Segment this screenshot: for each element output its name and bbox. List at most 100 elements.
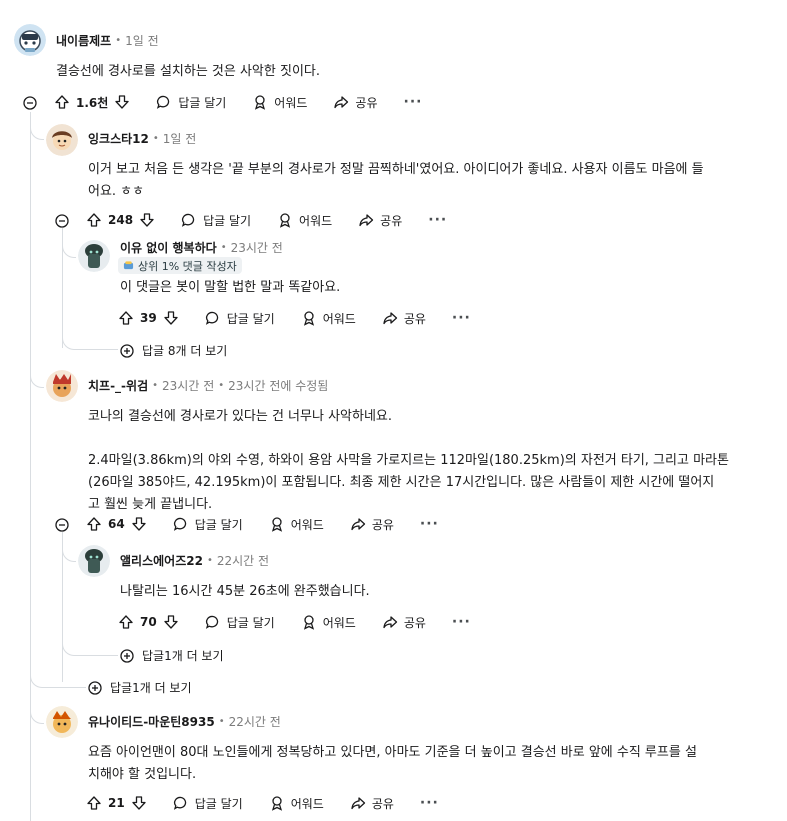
award-button[interactable]: 어워드 xyxy=(269,516,324,533)
share-label: 공유 xyxy=(403,615,426,630)
comment-author[interactable]: 치프-_-위검 xyxy=(88,377,148,394)
award-button[interactable]: 어워드 xyxy=(301,310,356,327)
plus-circle-icon xyxy=(120,343,134,358)
upvote-arrow-icon[interactable] xyxy=(86,516,102,532)
comment-author[interactable]: 유나이티드-마운틴8935 xyxy=(88,713,215,730)
share-arrow-icon xyxy=(334,96,349,109)
award-label: 어워드 xyxy=(290,517,324,532)
share-button[interactable]: 공유 xyxy=(382,310,426,327)
comment-actions: 39 답글 달기 어워드 공유 ··· xyxy=(118,308,471,328)
comment-body: 요즘 아이언맨이 80대 노인들에게 정복당하고 있다면, 아마도 기준을 더 … xyxy=(88,745,697,782)
plus-circle-icon xyxy=(88,680,102,695)
comment-author[interactable]: 내이름제프 xyxy=(56,32,111,49)
award-button[interactable]: 어워드 xyxy=(269,795,324,812)
downvote-arrow-icon[interactable] xyxy=(163,310,179,326)
comment-body: 이 댓글은 봇이 말할 법한 말과 똑같아요. xyxy=(120,280,341,295)
more-dots-icon[interactable]: ··· xyxy=(452,310,471,326)
reply-button[interactable]: 답글 달기 xyxy=(181,212,251,229)
thread-curve xyxy=(30,672,86,688)
separator-dot: • xyxy=(115,34,122,46)
vote-count: 1.6천 xyxy=(76,95,109,110)
comment-meta: 이유 없이 행복하다 • 23시간 전 xyxy=(120,237,283,257)
vote-count: 21 xyxy=(108,796,125,810)
avatar[interactable] xyxy=(46,124,78,156)
upvote-arrow-icon[interactable] xyxy=(118,310,134,326)
award-ribbon-icon xyxy=(303,615,314,630)
reply-button[interactable]: 답글 달기 xyxy=(205,614,275,631)
comment-author[interactable]: 이유 없이 행복하다 xyxy=(120,239,217,256)
downvote-arrow-icon[interactable] xyxy=(139,212,155,228)
share-button[interactable]: 공유 xyxy=(358,212,402,229)
avatar[interactable] xyxy=(46,370,78,402)
more-replies-button[interactable]: 답글1개 더 보기 xyxy=(120,647,224,664)
award-button[interactable]: 어워드 xyxy=(252,94,307,111)
more-dots-icon[interactable]: ··· xyxy=(420,795,439,811)
thread-curve xyxy=(62,334,118,350)
comment-author[interactable]: 잉크스타12 xyxy=(88,130,149,147)
vote-count: 64 xyxy=(108,517,125,531)
downvote-arrow-icon[interactable] xyxy=(131,795,147,811)
reply-button[interactable]: 답글 달기 xyxy=(205,310,275,327)
award-label: 어워드 xyxy=(299,213,333,228)
comment-time[interactable]: 1일 전 xyxy=(163,130,197,147)
speech-bubble-icon xyxy=(205,615,218,629)
comment-meta: 치프-_-위검 • 23시간 전 • 23시간 전에 수정됨 xyxy=(88,375,328,395)
badge-icon xyxy=(123,261,134,270)
avatar[interactable] xyxy=(78,240,110,272)
award-label: 어워드 xyxy=(322,615,356,630)
comment-body: 결승선에 경사로를 설치하는 것은 사악한 짓이다. xyxy=(56,64,320,79)
comment-author[interactable]: 앨리스에어즈22 xyxy=(120,552,203,569)
comment-actions: 64 답글 달기 어워드 공유 ··· xyxy=(86,514,439,534)
upvote-arrow-icon[interactable] xyxy=(86,212,102,228)
share-arrow-icon xyxy=(383,616,397,629)
more-dots-icon[interactable]: ··· xyxy=(428,212,447,228)
award-label: 어워드 xyxy=(290,796,324,811)
minus-circle-icon[interactable] xyxy=(55,517,69,532)
share-arrow-icon xyxy=(351,518,365,531)
reply-button[interactable]: 답글 달기 xyxy=(173,795,243,812)
downvote-arrow-icon[interactable] xyxy=(163,614,179,630)
minus-circle-icon[interactable] xyxy=(23,95,37,110)
share-button[interactable]: 공유 xyxy=(350,795,394,812)
more-dots-icon[interactable]: ··· xyxy=(452,614,471,630)
edited-label: 23시간 전에 수정됨 xyxy=(228,378,329,393)
downvote-arrow-icon[interactable] xyxy=(114,94,130,110)
comment-time[interactable]: 23시간 전 xyxy=(162,377,214,394)
avatar[interactable] xyxy=(78,545,110,577)
more-dots-icon[interactable]: ··· xyxy=(404,94,423,110)
upvote-arrow-icon[interactable] xyxy=(86,795,102,811)
award-button[interactable]: 어워드 xyxy=(301,614,356,631)
comment-time[interactable]: 22시간 전 xyxy=(229,713,281,730)
minus-circle-icon[interactable] xyxy=(55,213,69,228)
share-arrow-icon xyxy=(383,312,397,325)
avatar[interactable] xyxy=(14,24,46,56)
more-dots-icon[interactable]: ··· xyxy=(420,516,439,532)
thread-curve xyxy=(30,372,44,388)
comment-time[interactable]: 1일 전 xyxy=(125,32,159,49)
share-button[interactable]: 공유 xyxy=(350,516,394,533)
share-button[interactable]: 공유 xyxy=(382,614,426,631)
comment-time[interactable]: 23시간 전 xyxy=(231,239,283,256)
upvote-arrow-icon[interactable] xyxy=(118,614,134,630)
comment-actions: 248 답글 달기 어워드 공유 ··· xyxy=(86,210,447,230)
more-replies-button[interactable]: 답글1개 더 보기 xyxy=(88,679,192,696)
reply-button[interactable]: 답글 달기 xyxy=(173,516,243,533)
upvote-arrow-icon[interactable] xyxy=(54,94,70,110)
share-arrow-icon xyxy=(359,214,374,227)
separator-dot: • xyxy=(152,379,159,391)
award-button[interactable]: 어워드 xyxy=(277,212,332,229)
plus-circle-icon xyxy=(120,648,134,663)
comment-actions: 1.6천 답글 달기 어워드 공유 ··· xyxy=(54,92,422,112)
separator-dot: • xyxy=(218,715,225,727)
comment-time[interactable]: 22시간 전 xyxy=(217,552,269,569)
reply-button[interactable]: 답글 달기 xyxy=(156,94,226,111)
avatar[interactable] xyxy=(46,706,78,738)
speech-bubble-icon xyxy=(157,95,170,109)
share-button[interactable]: 공유 xyxy=(333,94,378,111)
share-label: 공유 xyxy=(403,311,426,326)
downvote-arrow-icon[interactable] xyxy=(131,516,147,532)
top-commenter-badge[interactable]: 상위 1% 댓글 작성자 xyxy=(118,257,242,274)
award-ribbon-icon xyxy=(255,95,266,110)
separator-dot: • xyxy=(218,379,225,391)
more-replies-button[interactable]: 답글 8개 더 보기 xyxy=(120,342,227,359)
